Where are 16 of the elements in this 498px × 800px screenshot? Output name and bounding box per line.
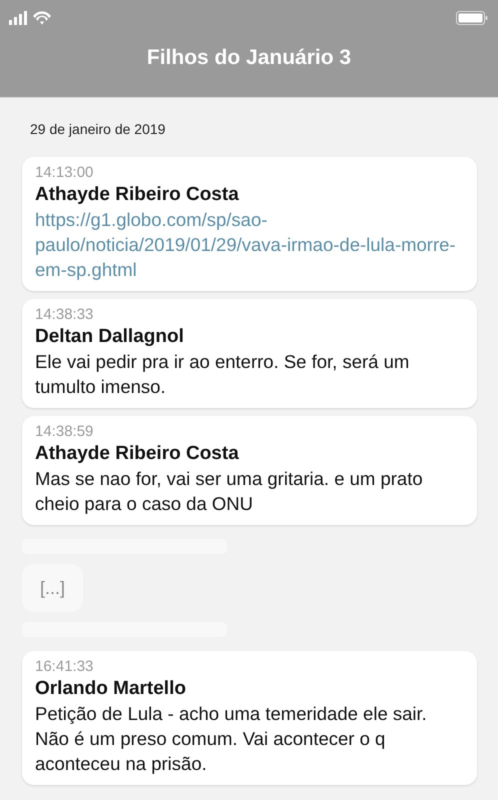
message-text: Petição de Lula - acho uma temeridade ele sair. Não é um preso comum. Vai acontecer o q aconteceu na prisão.	[35, 702, 428, 776]
message-text: Mas se nao for, vai ser uma gritaria. e um prato cheio para o caso da ONU	[35, 467, 424, 516]
message-text: Ele vai pedir pra ir ao enterro. Se for, será um tumulto imenso.	[35, 350, 410, 399]
message-author: Athayde Ribeiro Costa	[35, 442, 240, 466]
message-time: 14:13:00	[35, 163, 94, 183]
message-link[interactable]: https://g1.globo.com/sp/sao-paulo/noticia/2019/01/29/vava-irmao-de-lula-morre-em-sp.ghtml	[35, 207, 463, 282]
message-time: 16:41:33	[35, 657, 94, 677]
message-time: 14:38:59	[35, 422, 94, 442]
battery-icon	[456, 11, 488, 25]
date-label: 29 de janeiro de 2019	[30, 121, 166, 137]
message-time: 14:38:33	[35, 305, 94, 325]
message-author: Orlando Martello	[35, 677, 187, 701]
message-author: Deltan Dallagnol	[35, 325, 185, 349]
message-author: Athayde Ribeiro Costa	[35, 183, 240, 207]
chat-title: Filhos do Januário 3	[146, 46, 352, 70]
omitted-bubble: [...]	[22, 564, 83, 612]
